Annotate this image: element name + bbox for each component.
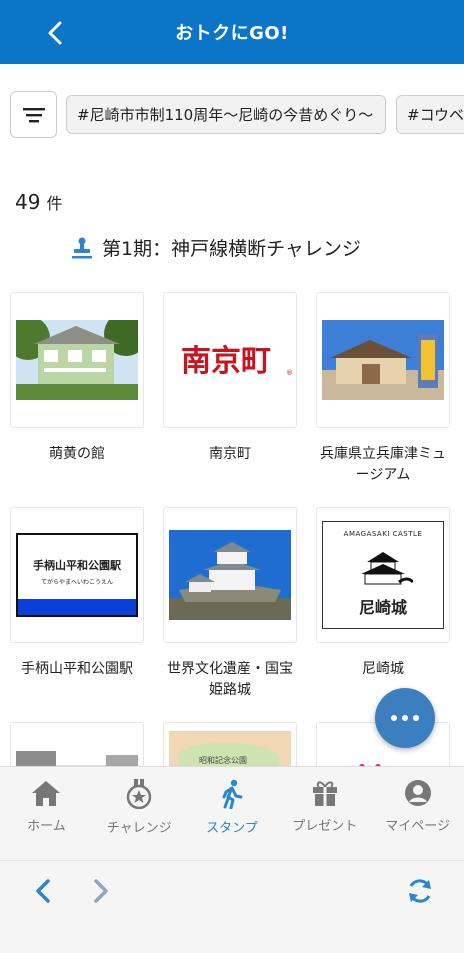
home-icon	[32, 781, 61, 806]
section-heading: 第1期：神戸線横断チャレンジ	[72, 234, 361, 261]
more-options-fab[interactable]	[375, 688, 435, 748]
moegi-house-photo	[16, 320, 138, 400]
browser-forward-icon[interactable]	[84, 875, 116, 907]
stamp-name: 兵庫県立兵庫津ミュージアム	[320, 446, 446, 483]
station-sign: 手柄山平和公園駅 てがらやまへいわこうえん	[16, 533, 138, 617]
page-title: おトクにGO!	[175, 23, 289, 44]
tag-filter-bar: #尼崎市市制110周年〜尼崎の今昔めぐり〜 #コウベ	[0, 64, 464, 164]
station-sign-main: 手柄山平和公園駅	[33, 559, 121, 572]
stamp-name: 手柄山平和公園駅	[21, 661, 133, 677]
result-count-value: 49	[15, 190, 41, 214]
stamp-thumbnail: 南京町 ®	[163, 292, 297, 428]
filter-icon	[22, 107, 45, 122]
stamp-card[interactable]: 南京町 ® 南京町	[163, 292, 297, 465]
app-header: おトクにGO!	[0, 0, 464, 64]
stamp-card[interactable]: 兵庫県立兵庫津ミュージアム	[316, 292, 450, 486]
section-title-text: 第1期：神戸線横断チャレンジ	[102, 238, 361, 260]
more-dot	[402, 715, 408, 721]
stamp-thumbnail: AMAGASAKI CASTLE 尼崎城	[316, 507, 450, 643]
more-dot	[391, 715, 397, 721]
castle-illustration-icon	[361, 552, 415, 585]
amagasaki-castle-stamp: AMAGASAKI CASTLE 尼崎城	[322, 521, 444, 629]
stamp-name: 世界文化遺産・国宝姫路城	[167, 661, 293, 698]
stamp-name: 南京町	[209, 446, 251, 462]
bottom-navigation: ホーム チャレンジ スタンプ プレゼント マイページ	[0, 766, 464, 860]
nav-home[interactable]: ホーム	[0, 767, 93, 860]
nav-mypage[interactable]: マイページ	[371, 767, 464, 860]
station-sign-kana: てがらやまへいわこうえん	[40, 579, 113, 586]
nav-home-label: ホーム	[27, 819, 66, 834]
nankinmachi-logo-text: 南京町	[181, 344, 271, 379]
stamp-name: 萌黄の館	[49, 446, 105, 462]
nav-stamp-label: スタンプ	[206, 821, 258, 836]
browser-toolbar	[0, 860, 464, 953]
stamp-card[interactable]: 萌黄の館	[10, 292, 144, 465]
nav-present[interactable]: プレゼント	[278, 767, 371, 860]
nav-challenge[interactable]: チャレンジ	[93, 767, 186, 860]
medal-icon	[126, 779, 152, 809]
stamp-thumbnail	[163, 507, 297, 643]
back-arrow-icon[interactable]	[40, 18, 70, 48]
stamp-thumbnail	[10, 292, 144, 428]
nav-present-label: プレゼント	[292, 819, 358, 834]
himeji-castle-photo	[169, 530, 291, 620]
partial-map-text: 昭和記念公園	[199, 756, 247, 765]
nav-stamp[interactable]: スタンプ	[186, 767, 279, 860]
svg-text:®: ®	[286, 369, 292, 377]
browser-back-icon[interactable]	[28, 875, 60, 907]
tag-chip[interactable]: #尼崎市市制110周年〜尼崎の今昔めぐり〜	[66, 95, 386, 134]
walking-icon	[222, 779, 243, 809]
stamp-card[interactable]: AMAGASAKI CASTLE 尼崎城 尼崎城	[316, 507, 450, 680]
nav-mypage-label: マイページ	[385, 819, 450, 834]
stamp-thumbnail: 手柄山平和公園駅 てがらやまへいわこうえん	[10, 507, 144, 643]
nav-challenge-label: チャレンジ	[106, 821, 172, 836]
browser-reload-icon[interactable]	[404, 875, 436, 907]
gift-icon	[312, 781, 337, 806]
stamp-thumbnail	[316, 292, 450, 428]
result-count: 49 件	[15, 190, 62, 214]
castle-arc-text: AMAGASAKI CASTLE	[343, 530, 423, 538]
filter-button[interactable]	[10, 91, 57, 138]
stamp-name: 尼崎城	[362, 661, 404, 677]
castle-stamp-name: 尼崎城	[358, 598, 407, 617]
tag-chip[interactable]: #コウベ	[396, 95, 464, 134]
nankinmachi-logo: 南京町 ®	[181, 344, 292, 379]
stamp-card[interactable]: 世界文化遺産・国宝姫路城	[163, 507, 297, 701]
station-sign-stripe	[18, 599, 136, 615]
user-icon	[404, 780, 431, 806]
stamp-card[interactable]: 手柄山平和公園駅 てがらやまへいわこうえん 手柄山平和公園駅	[10, 507, 144, 680]
more-dot	[413, 715, 419, 721]
result-count-unit: 件	[46, 194, 63, 213]
stamp-icon	[72, 237, 92, 258]
museum-photo	[322, 320, 444, 400]
